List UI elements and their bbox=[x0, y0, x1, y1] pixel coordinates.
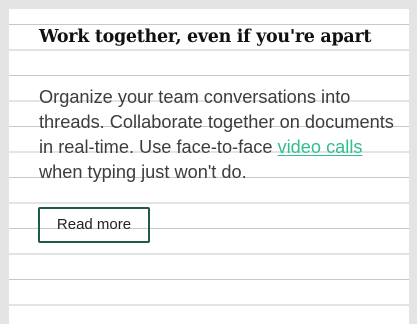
frame-top-border bbox=[9, 0, 409, 9]
card-description: Organize your team conversations into th… bbox=[39, 85, 405, 185]
feature-card: Work together, even if you're apart Orga… bbox=[9, 9, 409, 324]
read-more-button[interactable]: Read more bbox=[38, 207, 150, 243]
video-calls-link[interactable]: video calls bbox=[278, 137, 363, 157]
frame-right-border bbox=[409, 0, 417, 324]
description-text-end: when typing just won't do. bbox=[39, 162, 247, 182]
frame-left-border bbox=[0, 0, 9, 324]
card-title: Work together, even if you're apart bbox=[39, 27, 372, 47]
